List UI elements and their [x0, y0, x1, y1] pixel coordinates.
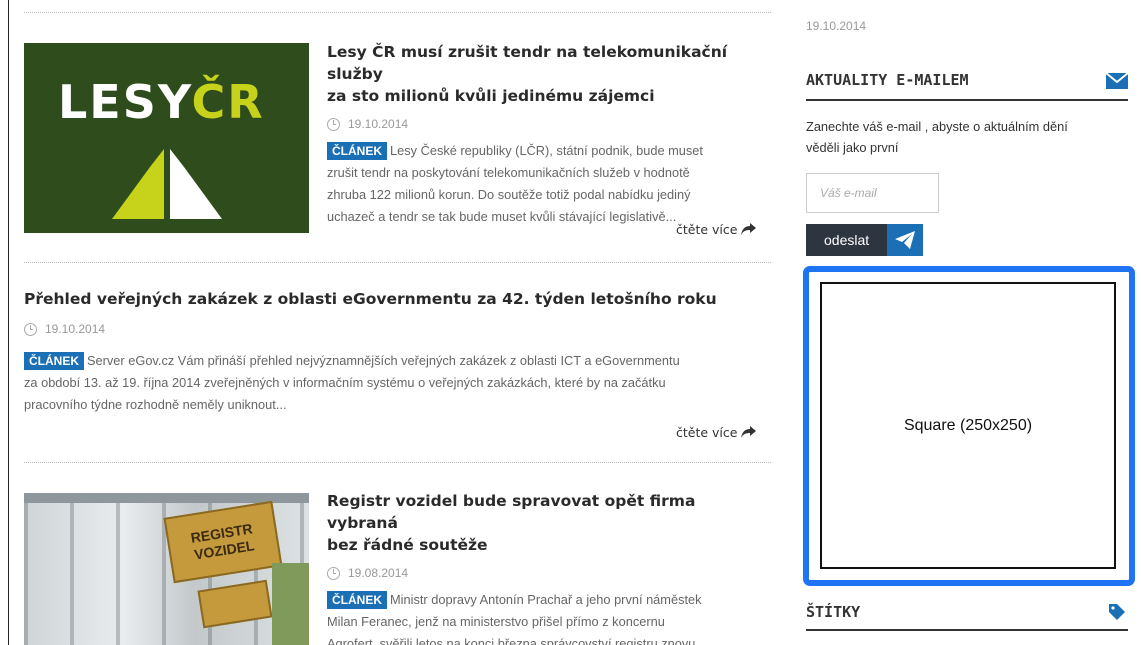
- article-title[interactable]: Registr vozidel bude spravovat opět firm…: [327, 490, 767, 556]
- article-type-badge[interactable]: ČLÁNEK: [327, 142, 387, 160]
- share-arrow-icon: [741, 426, 757, 438]
- heading-rule: [806, 629, 1128, 631]
- content-left-border: [8, 0, 9, 645]
- paper-plane-icon: [887, 224, 924, 256]
- article-perex: ČLÁNEK Ministr dopravy Antonín Prachař a …: [327, 591, 702, 645]
- article-perex: ČLÁNEK Lesy České republiky (LČR), státní…: [327, 142, 703, 224]
- ad-placeholder-square[interactable]: Square (250x250): [820, 282, 1116, 569]
- article-date: 19.10.2014: [327, 117, 767, 131]
- submit-button[interactable]: odeslat: [806, 224, 924, 256]
- clock-icon: [24, 322, 37, 336]
- article-title[interactable]: Lesy ČR musí zrušit tendr na telekomunik…: [327, 41, 767, 107]
- newsletter-heading: AKTUALITY E-MAILEM: [806, 71, 969, 89]
- article-thumbnail-lesy-cr[interactable]: LESYČR: [24, 43, 309, 233]
- lesy-cr-arrows-icon: [112, 149, 222, 219]
- article-type-badge[interactable]: ČLÁNEK: [327, 591, 387, 609]
- lesy-cr-logo: LESYČR: [58, 75, 265, 129]
- article-thumbnail-registr-vozidel[interactable]: REGISTR VOZIDEL: [24, 493, 309, 645]
- email-input[interactable]: Váš e-mail: [806, 173, 939, 213]
- tags-heading: ŠTÍTKY: [806, 603, 861, 621]
- article-perex: ČLÁNEK Server eGov.cz Vám přináší přehled…: [24, 352, 680, 412]
- submit-button-label: odeslat: [806, 224, 888, 256]
- newsletter-description: Zanechte váš e-mail , abyste o aktuálním…: [806, 119, 1068, 155]
- tag-icon: [1109, 604, 1125, 620]
- read-more-link[interactable]: čtěte více: [676, 425, 757, 440]
- heading-rule: [806, 99, 1128, 101]
- article-date: 19.10.2014: [24, 322, 105, 336]
- clock-icon: [327, 566, 340, 580]
- envelope-icon: [1106, 73, 1128, 89]
- article-date: 19.08.2014: [327, 566, 767, 580]
- article-type-badge[interactable]: ČLÁNEK: [24, 352, 84, 370]
- separator: [24, 462, 771, 463]
- tree: [272, 563, 309, 645]
- article-title[interactable]: Přehled veřejných zakázek z oblasti eGov…: [24, 288, 717, 310]
- sidebar-top-date: 19.10.2014: [806, 19, 867, 33]
- share-arrow-icon: [741, 223, 757, 235]
- separator: [24, 12, 771, 13]
- read-more-link[interactable]: čtěte více: [676, 222, 757, 237]
- clock-icon: [327, 117, 340, 131]
- separator: [24, 262, 771, 263]
